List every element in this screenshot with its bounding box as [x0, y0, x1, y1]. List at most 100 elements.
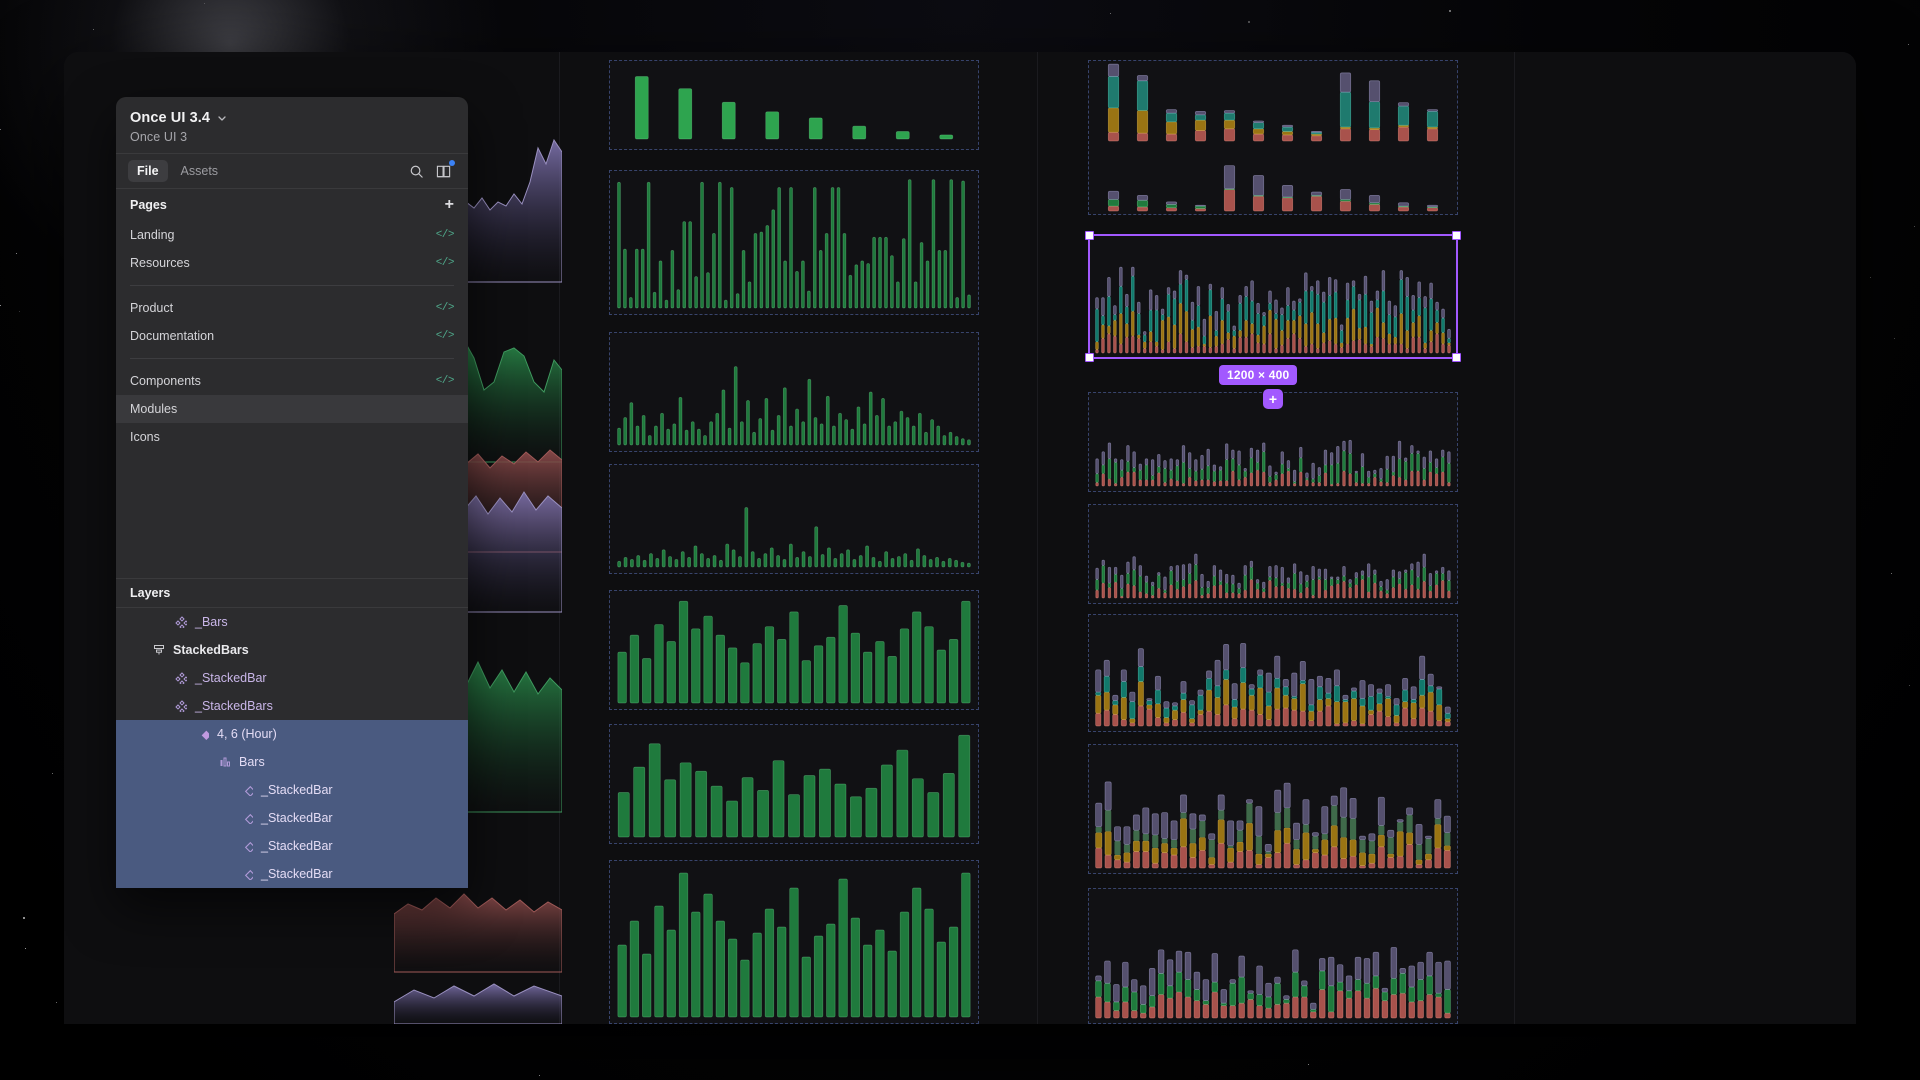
canvas-frame-dense-bars-b[interactable]	[609, 332, 979, 452]
instance-icon	[240, 868, 253, 881]
canvas-frame-stacked-4[interactable]	[1088, 614, 1458, 732]
design-tool-window: 1200 × 400 + Once UI 3.4 Once UI 3 File …	[64, 52, 1856, 1024]
layer-row[interactable]: StackedBars	[116, 636, 468, 664]
file-title: Once UI 3.4	[130, 110, 211, 126]
layers-section-header: Layers	[116, 578, 468, 608]
bar-chart-dense-b	[617, 366, 971, 446]
code-badge-icon[interactable]: </>	[436, 375, 455, 387]
canvas-frame-stacked-3[interactable]	[1088, 504, 1458, 604]
canvas-frame-stacked-5[interactable]	[1088, 744, 1458, 874]
pages-list: Landing </> Resources </> Product </> Document…	[116, 221, 468, 451]
layer-row[interactable]: _StackedBar	[116, 832, 468, 860]
resize-handle-top-right[interactable]	[1452, 231, 1461, 240]
stacked-bar-chart-3	[1095, 553, 1451, 599]
code-badge-icon[interactable]: </>	[436, 302, 455, 314]
layer-row[interactable]: _StackedBars	[116, 692, 468, 720]
resize-handle-bottom-right[interactable]	[1452, 353, 1461, 362]
search-icon[interactable]	[404, 159, 428, 183]
bar-chart-lower	[617, 734, 971, 838]
page-item-label: Documentation	[130, 329, 215, 343]
file-panel: Once UI 3.4 Once UI 3 File Assets Pages	[116, 97, 468, 888]
canvas-frame-stacked-top[interactable]	[1088, 60, 1458, 215]
bar-chart-dense-a	[617, 179, 971, 309]
variant-icon	[196, 728, 209, 741]
insert-frame-button[interactable]: +	[1263, 389, 1283, 409]
layer-row[interactable]: _StackedBar	[116, 776, 468, 804]
layers-list: _Bars StackedBars _StackedBar _StackedBar…	[116, 608, 468, 888]
page-item-components[interactable]: Components </>	[116, 367, 468, 395]
page-item-documentation[interactable]: Documentation </>	[116, 322, 468, 350]
component-icon	[174, 700, 187, 713]
bar-chart-bottom	[617, 872, 971, 1018]
chevron-down-icon[interactable]	[217, 113, 227, 123]
library-book-icon[interactable]	[432, 159, 456, 183]
selection-size-badge: 1200 × 400	[1219, 365, 1298, 385]
page-item-landing[interactable]: Landing </>	[116, 221, 468, 249]
notification-dot	[449, 160, 455, 166]
layer-name: _StackedBar	[261, 783, 333, 797]
canvas-frame-dense-bars-c[interactable]	[609, 464, 979, 574]
resize-handle-bottom-left[interactable]	[1085, 353, 1094, 362]
layer-name: StackedBars	[173, 643, 249, 657]
stacked-bar-chart-6	[1095, 946, 1451, 1019]
pages-divider	[130, 285, 454, 286]
pages-section: Pages + Landing </> Resources </> Product </>…	[116, 189, 468, 457]
code-badge-icon[interactable]: </>	[436, 229, 455, 241]
canvas-frame-medium-bars[interactable]	[609, 590, 979, 710]
code-badge-icon[interactable]: </>	[436, 330, 455, 342]
page-item-label: Icons	[130, 430, 160, 444]
instance-icon	[240, 784, 253, 797]
instance-icon	[240, 840, 253, 853]
bar-chart-dense-c	[617, 507, 971, 568]
pages-label: Pages	[130, 198, 167, 212]
canvas-frame-dense-bars-a[interactable]	[609, 170, 979, 315]
layer-row[interactable]: _Bars	[116, 608, 468, 636]
layer-name: _StackedBar	[261, 811, 333, 825]
layer-name: 4, 6 (Hour)	[217, 727, 277, 741]
canvas-frame-bottom-bars[interactable]	[609, 860, 979, 1024]
canvas-frame-lower-bars[interactable]	[609, 724, 979, 844]
layer-name: _StackedBar	[261, 867, 333, 881]
component-icon	[174, 616, 187, 629]
add-page-button[interactable]: +	[445, 197, 454, 213]
layer-name: Bars	[239, 755, 265, 769]
layer-row[interactable]: _StackedBar	[116, 860, 468, 888]
page-item-label: Resources	[130, 256, 190, 270]
panel-header: Once UI 3.4 Once UI 3	[116, 97, 468, 153]
tab-file[interactable]: File	[128, 160, 168, 182]
frame-icon	[152, 644, 165, 657]
layer-row[interactable]: _StackedBar	[116, 804, 468, 832]
layer-name: _StackedBar	[195, 671, 267, 685]
layer-row[interactable]: 4, 6 (Hour)	[116, 720, 468, 748]
code-badge-icon[interactable]: </>	[436, 257, 455, 269]
pages-section-header: Pages +	[116, 189, 468, 221]
resize-handle-top-left[interactable]	[1085, 231, 1094, 240]
layer-name: _Bars	[195, 615, 228, 629]
page-item-icons[interactable]: Icons	[116, 423, 468, 451]
stacked-bar-chart-4	[1095, 642, 1451, 727]
layers-label: Layers	[130, 586, 171, 600]
page-item-resources[interactable]: Resources </>	[116, 249, 468, 277]
pages-divider	[130, 358, 454, 359]
selection-rectangle[interactable]	[1085, 231, 1461, 362]
chart-icon	[218, 756, 231, 769]
page-item-label: Modules	[130, 402, 178, 416]
component-icon	[174, 672, 187, 685]
bar-chart-descending	[634, 76, 954, 140]
page-item-label: Components	[130, 374, 201, 388]
file-title-row[interactable]: Once UI 3.4	[130, 110, 454, 126]
page-item-product[interactable]: Product </>	[116, 294, 468, 322]
stacked-bar-chart-5	[1095, 781, 1451, 869]
canvas-frame-stacked-6[interactable]	[1088, 888, 1458, 1024]
layer-row[interactable]: Bars	[116, 748, 468, 776]
file-subtitle: Once UI 3	[130, 130, 188, 144]
layer-row[interactable]: _StackedBar	[116, 664, 468, 692]
layer-name: _StackedBar	[261, 839, 333, 853]
page-item-label: Landing	[130, 228, 175, 242]
layer-name: _StackedBars	[195, 699, 273, 713]
page-item-label: Product	[130, 301, 174, 315]
page-item-modules[interactable]: Modules	[116, 395, 468, 423]
instance-icon	[240, 812, 253, 825]
tab-assets[interactable]: Assets	[172, 160, 228, 182]
canvas-frame-top-bars[interactable]	[609, 60, 979, 150]
